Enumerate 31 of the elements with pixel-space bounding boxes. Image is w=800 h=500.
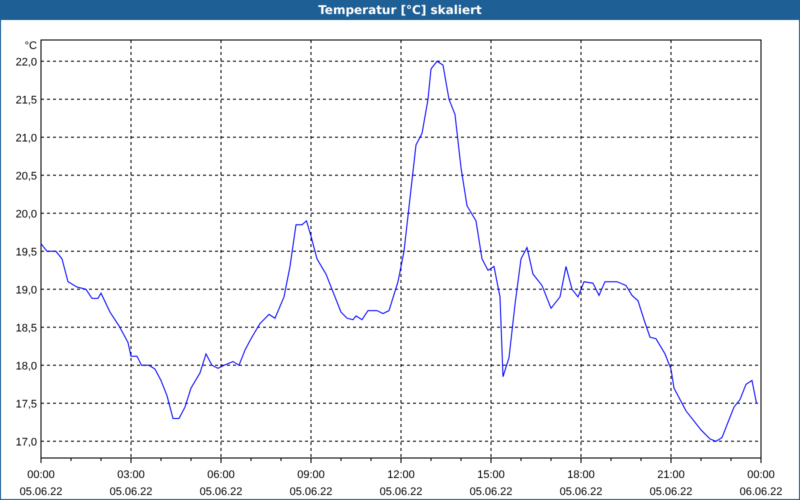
x-tick-date: 05.06.22 xyxy=(290,486,332,498)
x-tick-date: 05.06.22 xyxy=(380,486,422,498)
y-tick-label: 17,5 xyxy=(16,398,37,410)
x-tick-label: 00:00 xyxy=(27,468,55,481)
x-tick-date: 05.06.22 xyxy=(650,486,692,498)
x-tick-date: 05.06.22 xyxy=(20,486,62,498)
x-tick-date: 05.06.22 xyxy=(470,486,512,498)
y-tick-label: 21,0 xyxy=(16,132,37,144)
y-tick-label: 19,0 xyxy=(16,284,37,296)
x-tick-date: 05.06.22 xyxy=(110,486,152,498)
x-tick-label: 09:00 xyxy=(297,468,325,481)
y-tick-label: 18,0 xyxy=(16,360,37,372)
x-tick-label: 18:00 xyxy=(567,468,595,481)
y-tick-label: 22,0 xyxy=(16,56,37,68)
y-axis-unit: °C xyxy=(24,40,37,52)
x-tick-date: 05.06.22 xyxy=(560,486,602,498)
y-tick-label: 21,5 xyxy=(16,94,37,106)
y-tick-label: 19,5 xyxy=(16,246,37,258)
chart-title: Temperatur [°C] skaliert xyxy=(1,0,799,20)
y-tick-label: 20,5 xyxy=(16,170,37,182)
x-tick-date: 06.06.22 xyxy=(740,486,782,498)
x-tick-label: 06:00 xyxy=(207,468,235,481)
x-tick-label: 21:00 xyxy=(657,468,685,481)
x-tick-label: 15:00 xyxy=(477,468,505,481)
x-tick-label: 03:00 xyxy=(117,468,145,481)
x-tick-label: 00:00 xyxy=(747,468,775,481)
x-tick-label: 12:00 xyxy=(387,468,415,481)
x-tick-date: 05.06.22 xyxy=(200,486,242,498)
y-tick-label: 20,0 xyxy=(16,208,37,220)
y-tick-label: 18,5 xyxy=(16,322,37,334)
y-tick-label: 17,0 xyxy=(16,436,37,448)
